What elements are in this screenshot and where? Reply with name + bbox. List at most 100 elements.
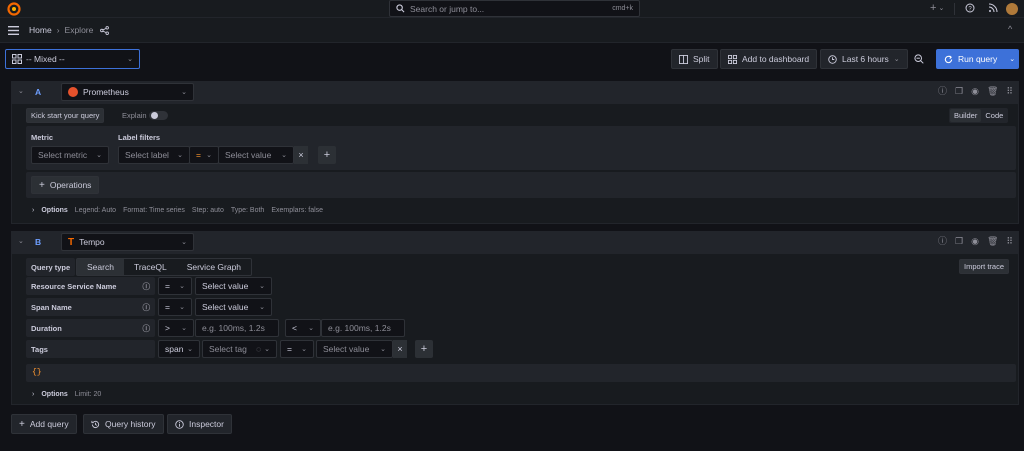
collapse-icon[interactable]: ^ <box>1008 25 1012 34</box>
duration-max-input[interactable]: e.g. 100ms, 1.2s <box>321 319 405 337</box>
tab-traceql[interactable]: TraceQL <box>124 259 177 275</box>
query-a-ref[interactable]: A <box>35 87 41 97</box>
span-name-value-select[interactable]: Select value ⌄ <box>195 298 272 316</box>
time-range-picker[interactable]: Last 6 hours ⌄ <box>820 49 908 69</box>
share-icon[interactable] <box>100 25 110 35</box>
span-name-operator-select[interactable]: = ⌄ <box>158 298 192 316</box>
resource-service-value-select[interactable]: Select value ⌄ <box>195 277 272 295</box>
code-mode-button[interactable]: Code <box>981 109 1007 122</box>
import-trace-button[interactable]: Import trace <box>959 259 1010 274</box>
search-icon <box>396 4 405 13</box>
trash-icon[interactable]: 🗑 <box>987 87 998 96</box>
add-filter-button[interactable]: + <box>318 146 336 164</box>
chevron-down-icon: ⌄ <box>179 283 185 290</box>
add-to-dashboard-button[interactable]: Add to dashboard <box>720 49 818 69</box>
tag-operator-select[interactable]: = ⌄ <box>280 340 314 358</box>
editor-mode-toggle: Builder Code <box>949 108 1009 123</box>
chevron-down-icon: ⌄ <box>938 5 945 12</box>
datasource-selected: -- Mixed -- <box>26 54 65 64</box>
collapse-query-a-icon[interactable]: ⌄ <box>18 87 24 95</box>
breadcrumb-home[interactable]: Home <box>29 25 52 35</box>
tag-value-select[interactable]: Select value ⌄ <box>316 340 393 358</box>
tab-service-graph[interactable]: Service Graph <box>177 259 251 275</box>
builder-mode-button[interactable]: Builder <box>950 109 982 122</box>
tag-operator: = <box>287 344 292 354</box>
copy-icon[interactable]: ❐ <box>955 237 963 246</box>
chevron-down-icon: ⌄ <box>893 56 900 63</box>
query-a-datasource-picker[interactable]: Prometheus ⌄ <box>61 83 194 101</box>
info-icon[interactable]: ⓘ <box>143 323 151 334</box>
query-a-builder-area: Metric Select metric ⌄ Label filters Sel… <box>26 126 1016 170</box>
query-b-datasource-picker[interactable]: T Tempo ⌄ <box>61 233 194 251</box>
drag-handle-icon[interactable]: ⠿ <box>1006 87 1013 96</box>
metric-select[interactable]: Select metric ⌄ <box>31 146 109 164</box>
time-range-label: Last 6 hours <box>842 54 889 64</box>
query-a-options-row[interactable]: › Options Legend: Auto Format: Time seri… <box>32 207 323 214</box>
explain-toggle[interactable] <box>149 111 168 120</box>
add-tag-button[interactable]: + <box>415 340 433 358</box>
metric-header: Metric <box>31 133 54 142</box>
duration-min-operator-select[interactable]: > ⌄ <box>158 319 194 337</box>
kick-start-button[interactable]: Kick start your query <box>26 108 105 123</box>
resource-service-operator: = <box>165 281 170 291</box>
query-b-ref[interactable]: B <box>35 237 41 247</box>
search-bar[interactable]: Search or jump to... cmd+k <box>389 0 640 17</box>
option-limit: Limit: 20 <box>74 391 102 398</box>
label-operator: = <box>196 150 201 160</box>
label-operator-select[interactable]: = ⌄ <box>189 146 219 164</box>
remove-filter-icon[interactable]: × <box>294 146 308 164</box>
info-icon[interactable]: ⓘ <box>938 237 947 246</box>
breadcrumb: Home › Explore <box>29 25 110 35</box>
datasource-picker[interactable]: -- Mixed -- ⌄ <box>5 49 140 69</box>
grafana-logo-icon[interactable] <box>7 2 21 16</box>
duration-max-operator-select[interactable]: < ⌄ <box>285 319 321 337</box>
duration-min-input[interactable]: e.g. 100ms, 1.2s <box>195 319 279 337</box>
tag-scope: span <box>165 344 184 354</box>
trash-icon[interactable]: 🗑 <box>987 237 998 246</box>
split-button[interactable]: Split <box>671 49 718 69</box>
query-history-button[interactable]: Query history <box>83 414 164 434</box>
run-query-button[interactable]: Run query ⌄ <box>936 49 1019 69</box>
menu-icon[interactable] <box>8 26 19 35</box>
breadcrumb-bar: Home › Explore ^ <box>0 18 1024 43</box>
explain-label: Explain <box>122 111 147 120</box>
chevron-right-icon: › <box>32 207 35 214</box>
label-select[interactable]: Select label ⌄ <box>118 146 190 164</box>
chevron-down-icon: ⌄ <box>380 346 386 353</box>
collapse-query-b-icon[interactable]: ⌄ <box>18 237 24 245</box>
inspector-label: Inspector <box>189 419 224 429</box>
tag-scope-select[interactable]: span ⌄ <box>158 340 200 358</box>
chevron-down-icon: ⌄ <box>206 152 212 159</box>
chevron-down-icon[interactable]: ⌄ <box>1009 55 1015 63</box>
avatar[interactable] <box>1006 3 1018 15</box>
chevron-down-icon: ⌄ <box>96 152 102 159</box>
query-b-actions: ⓘ ❐ ◉ 🗑 ⠿ <box>938 237 1013 246</box>
eye-icon[interactable]: ◉ <box>971 87 979 96</box>
operations-button[interactable]: + Operations <box>31 176 100 194</box>
info-icon[interactable]: ⓘ <box>143 302 151 313</box>
span-name-label: Span Name ⓘ <box>26 298 155 316</box>
help-icon[interactable]: ? <box>965 3 975 13</box>
eye-icon[interactable]: ◉ <box>971 237 979 246</box>
options-label: Options <box>41 207 68 214</box>
copy-icon[interactable]: ❐ <box>955 87 963 96</box>
divider <box>954 3 955 15</box>
tab-search[interactable]: Search <box>77 259 124 275</box>
resource-service-operator-select[interactable]: = ⌄ <box>158 277 192 295</box>
remove-tag-icon[interactable]: × <box>393 340 407 358</box>
info-icon[interactable]: ⓘ <box>938 87 947 96</box>
import-trace-label: Import trace <box>964 262 1005 271</box>
tag-select[interactable]: Select tag ◌ ⌄ <box>202 340 277 358</box>
rss-icon[interactable] <box>988 3 998 13</box>
chevron-down-icon: ⌄ <box>259 283 265 290</box>
drag-handle-icon[interactable]: ⠿ <box>1006 237 1013 246</box>
info-icon[interactable]: ⓘ <box>143 281 151 292</box>
search-placeholder: Search or jump to... <box>410 3 485 14</box>
query-type-tabs: Search TraceQL Service Graph <box>76 258 253 276</box>
zoom-out-icon[interactable] <box>914 54 924 64</box>
query-b-options-row[interactable]: › Options Limit: 20 <box>32 391 101 398</box>
plus-menu-icon[interactable]: + ⌄ <box>930 3 944 14</box>
label-value-select[interactable]: Select value ⌄ <box>218 146 294 164</box>
add-query-button[interactable]: + Add query <box>11 414 77 434</box>
inspector-button[interactable]: Inspector <box>167 414 232 434</box>
